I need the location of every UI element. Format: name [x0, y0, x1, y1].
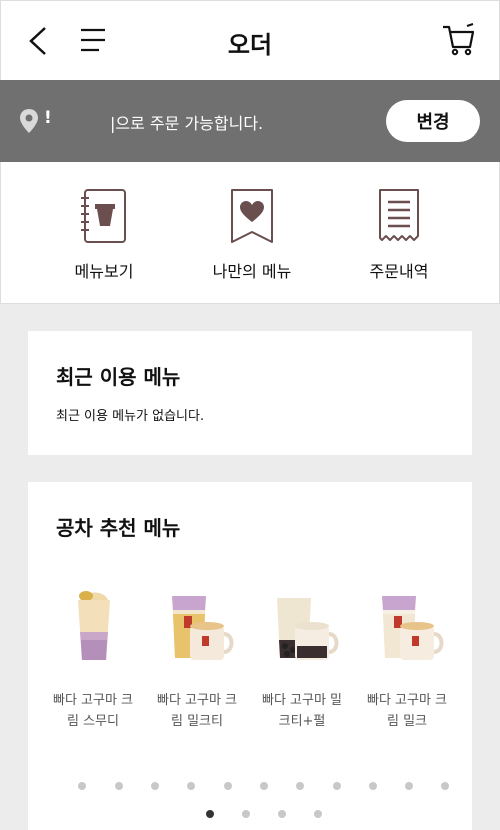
recent-menu-empty-message: 최근 이용 메뉴가 없습니다.: [56, 409, 205, 424]
product-name: 빠다 고구마 크림 밀크: [366, 693, 448, 729]
carousel-dot: [260, 782, 268, 790]
quick-menu-label: 메뉴보기: [74, 262, 134, 281]
heart-bookmark-icon: [231, 189, 273, 243]
page-dot-4[interactable]: [314, 810, 322, 818]
product-card[interactable]: 빠다 고구마 밀 크티+펄: [252, 586, 352, 732]
change-store-button[interactable]: 변경: [386, 100, 480, 142]
product-name: 빠다 고구마 크림 스무디: [52, 693, 134, 729]
carousel-dot: [151, 782, 159, 790]
product-card[interactable]: 빠다 고구마 크림 스무디: [43, 586, 143, 732]
product-name: 빠다 고구마 밀 크티+펄: [261, 693, 343, 729]
recent-menu-card: 최근 이용 메뉴 최근 이용 메뉴가 없습니다.: [28, 331, 472, 455]
menu-book-icon: [81, 189, 126, 243]
product-name: 빠다 고구마 크림 밀크티: [156, 693, 238, 729]
store-selection-bar: ! |으로 주문 가능합니다. 변경: [0, 80, 500, 162]
carousel-dot: [333, 782, 341, 790]
cart-icon: [443, 23, 475, 56]
page-dot-1[interactable]: [206, 810, 214, 818]
carousel-dot: [115, 782, 123, 790]
product-card[interactable]: 빠다 고구마 크림 밀크티: [147, 586, 247, 732]
recommended-menu-card: 공차 추천 메뉴 빠다 고구마 크림 스무디 빠다 고구마 크 림 밀크티 빠다…: [28, 482, 472, 830]
quick-menu-label: 주문내역: [369, 262, 429, 281]
carousel-dot: [441, 782, 449, 790]
carousel-dot: [405, 782, 413, 790]
carousel-dot: [78, 782, 86, 790]
recommended-menu-title: 공차 추천 메뉴: [56, 516, 181, 540]
product-image: [78, 591, 110, 660]
page-dot-3[interactable]: [278, 810, 286, 818]
quick-menu: 메뉴보기 나만의 메뉴 주문내역: [0, 162, 500, 304]
page-title: 오더: [227, 31, 273, 59]
cart-button[interactable]: [441, 23, 475, 59]
carousel-page-indicator: [28, 810, 472, 820]
store-status-message: |으로 주문 가능합니다.: [110, 114, 264, 133]
quick-menu-view-menu[interactable]: 메뉴보기: [39, 188, 169, 282]
store-name-marker: !: [44, 108, 52, 128]
quick-menu-order-history[interactable]: 주문내역: [334, 188, 464, 282]
quick-menu-my-menu[interactable]: 나만의 메뉴: [187, 188, 317, 282]
carousel-dot: [369, 782, 377, 790]
recent-menu-title: 최근 이용 메뉴: [56, 365, 181, 389]
page-dot-2[interactable]: [242, 810, 250, 818]
product-card[interactable]: 빠다 고구마 크림 밀크: [357, 586, 457, 732]
recommended-products-carousel[interactable]: 빠다 고구마 크림 스무디 빠다 고구마 크림 밀크티 빠다 고구마 밀 크티+…: [28, 586, 472, 746]
product-image: [277, 598, 339, 660]
receipt-icon: [379, 189, 419, 241]
product-image: [172, 596, 234, 660]
product-image: [382, 596, 444, 660]
quick-menu-label: 나만의 메뉴: [212, 262, 292, 281]
carousel-dot: [187, 782, 195, 790]
app-header: 오더: [0, 0, 500, 80]
carousel-dot: [224, 782, 232, 790]
carousel-dot: [296, 782, 304, 790]
carousel-dots-row: [28, 782, 472, 792]
location-pin-icon: [20, 109, 38, 133]
